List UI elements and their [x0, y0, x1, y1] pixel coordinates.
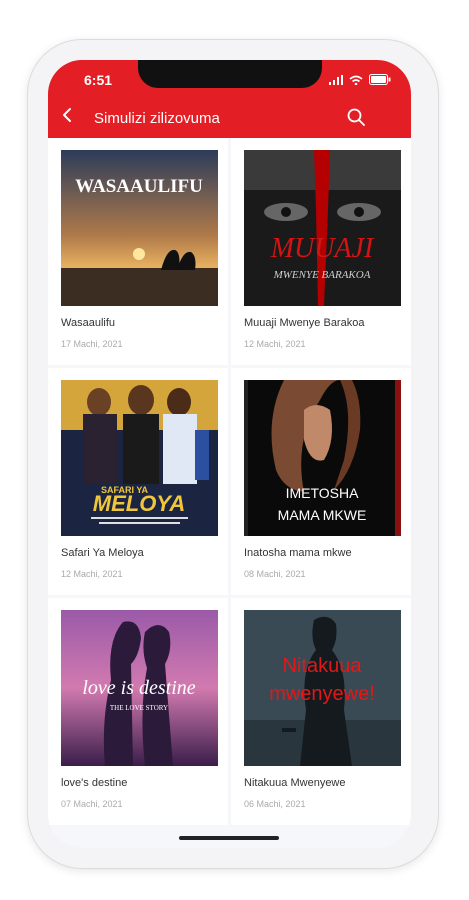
story-date: 17 Machi, 2021: [61, 339, 123, 349]
story-date: 12 Machi, 2021: [244, 339, 306, 349]
cover-title-text: MUUAJI: [270, 233, 375, 264]
story-title: Wasaaulifu: [61, 317, 116, 329]
back-arrow-icon[interactable]: [60, 107, 76, 123]
cover-subtitle-text: MAMA MKWE: [278, 507, 367, 523]
story-card[interactable]: Nitakuua mwenyewe! Nitakuua Mwenyewe 06 …: [231, 598, 411, 825]
story-card[interactable]: IMETOSHA MAMA MKWE Inatosha mama mkwe 08…: [231, 368, 411, 595]
cover-subtitle-text: MELOYA: [93, 491, 185, 516]
story-card[interactable]: love is destine THE LOVE STORY love's de…: [48, 598, 228, 825]
search-icon[interactable]: [347, 108, 365, 126]
home-indicator[interactable]: [179, 836, 279, 840]
story-date: 12 Machi, 2021: [61, 569, 123, 579]
story-cover-image: love is destine THE LOVE STORY: [61, 610, 218, 766]
cover-title-text: IMETOSHA: [286, 485, 360, 501]
story-cover-image: Nitakuua mwenyewe!: [244, 610, 401, 766]
story-title: Nitakuua Mwenyewe: [244, 777, 346, 789]
story-card[interactable]: SAFARI YA MELOYA Safari Ya Meloya 12 Mac…: [48, 368, 228, 595]
device-notch: [138, 60, 322, 88]
story-date: 07 Machi, 2021: [61, 799, 123, 809]
cover-subtitle-text: mwenyewe!: [269, 683, 375, 705]
story-date: 06 Machi, 2021: [244, 799, 306, 809]
signal-icon: [329, 72, 343, 90]
story-date: 08 Machi, 2021: [244, 569, 306, 579]
cover-title-text: love is destine: [82, 677, 195, 699]
story-cover-image: WASAAULIFU: [61, 150, 218, 306]
cover-title-text: Nitakuua: [283, 655, 363, 677]
story-title: Safari Ya Meloya: [61, 547, 144, 559]
story-title: Inatosha mama mkwe: [244, 547, 352, 559]
battery-icon: [369, 72, 391, 90]
page-title: Simulizi zilizovuma: [94, 110, 220, 127]
app-bar: 6:51 Simulizi zilizovuma: [48, 60, 411, 138]
stories-grid: WASAAULIFU Wasaaulifu 17 Machi, 2021 MUU…: [48, 138, 411, 825]
story-cover-image: MUUAJI MWENYE BARAKOA: [244, 150, 401, 306]
story-card[interactable]: MUUAJI MWENYE BARAKOA Muuaji Mwenye Bara…: [231, 138, 411, 365]
story-cover-image: SAFARI YA MELOYA: [61, 380, 218, 536]
story-card[interactable]: WASAAULIFU Wasaaulifu 17 Machi, 2021: [48, 138, 228, 365]
cover-title-text: WASAAULIFU: [75, 176, 203, 197]
story-cover-image: IMETOSHA MAMA MKWE: [244, 380, 401, 536]
wifi-icon: [349, 72, 363, 90]
story-title: Muuaji Mwenye Barakoa: [244, 317, 365, 329]
app-screen: 6:51 Simulizi zilizovuma WASAAULIFU Wasa…: [48, 60, 411, 848]
cover-subtitle-text: THE LOVE STORY: [110, 704, 168, 712]
status-time: 6:51: [84, 72, 113, 88]
story-title: love's destine: [61, 777, 128, 789]
cover-subtitle-text: MWENYE BARAKOA: [273, 269, 371, 281]
status-icons: [329, 72, 391, 90]
